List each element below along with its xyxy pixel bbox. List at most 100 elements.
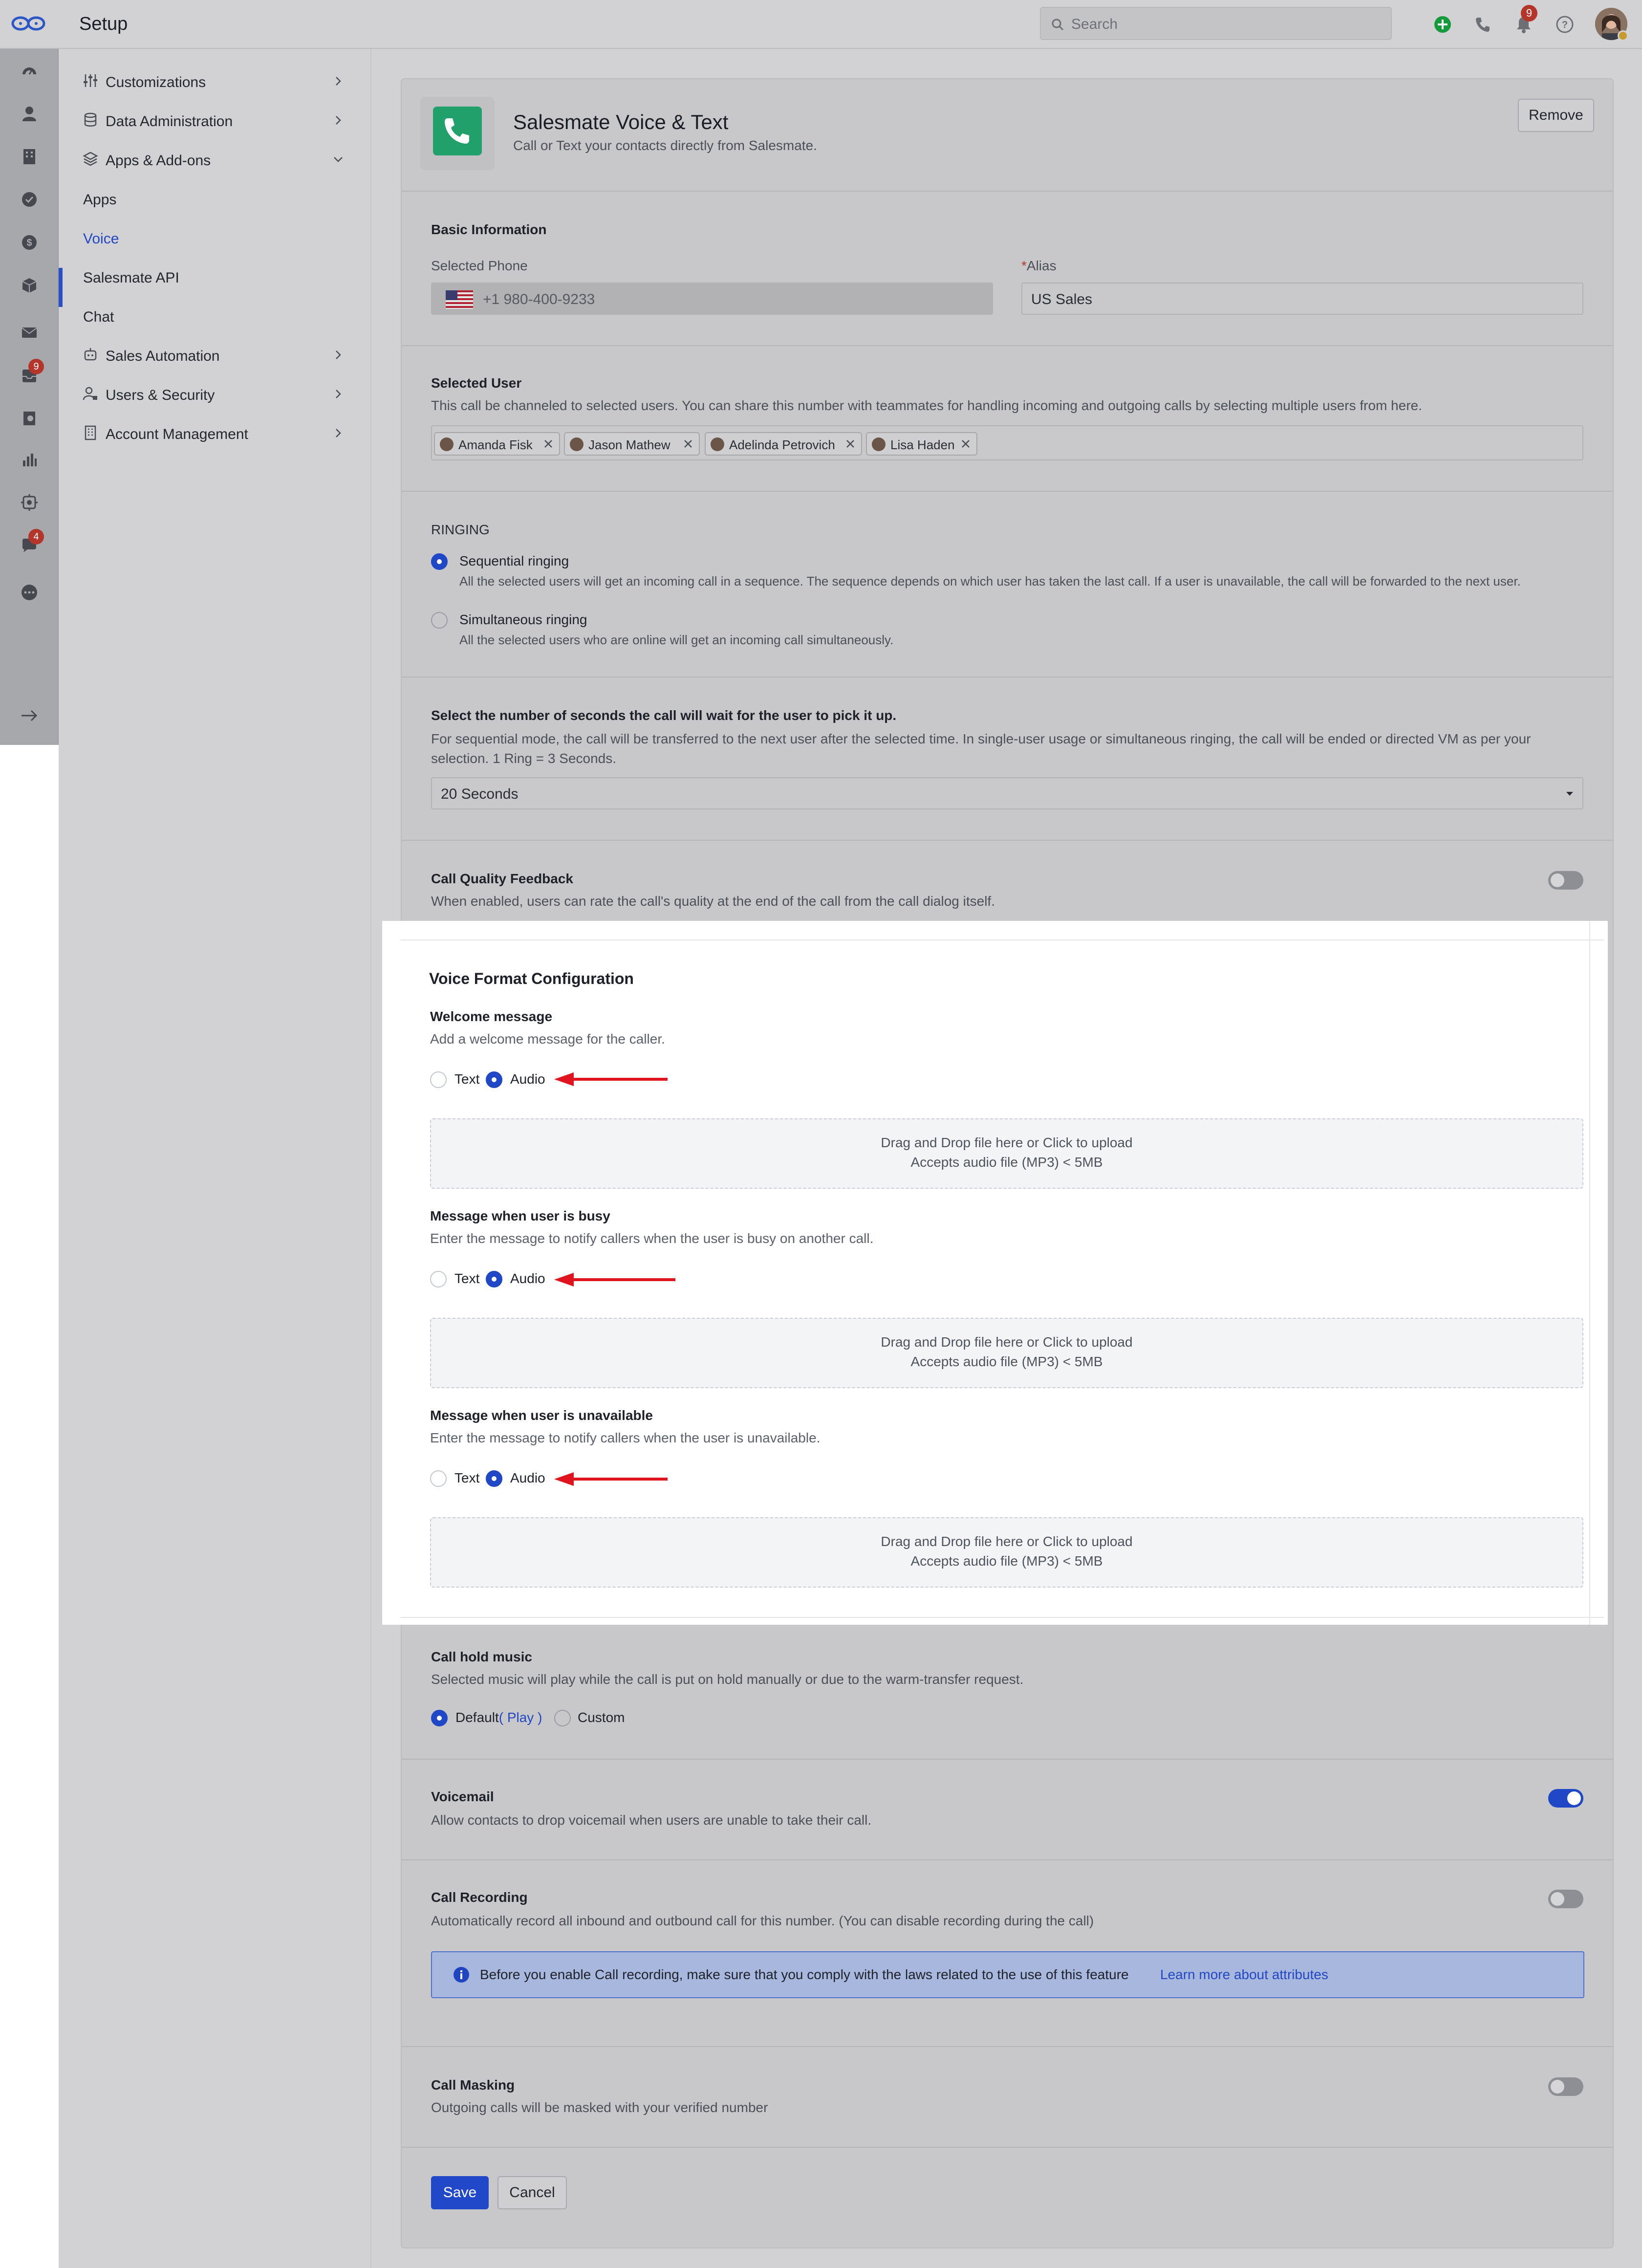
search-input[interactable] bbox=[1071, 14, 1374, 35]
voicemail-title: Voicemail bbox=[431, 1789, 494, 1804]
alias-field[interactable]: US Sales bbox=[1021, 283, 1583, 315]
call-masking-toggle[interactable] bbox=[1548, 2077, 1583, 2096]
call-quality-toggle[interactable] bbox=[1548, 871, 1583, 890]
welcome-text-label: Text bbox=[454, 1071, 480, 1087]
busy-text-radio[interactable] bbox=[430, 1271, 447, 1287]
reports-icon[interactable] bbox=[20, 450, 39, 469]
close-icon[interactable] bbox=[541, 437, 555, 451]
chat-badge: 4 bbox=[28, 529, 44, 545]
play-link[interactable]: Play bbox=[507, 1710, 534, 1725]
tasks-icon[interactable] bbox=[20, 190, 39, 209]
sliders-icon bbox=[84, 74, 97, 87]
products-icon[interactable] bbox=[20, 276, 39, 295]
help-icon[interactable]: ? bbox=[1555, 15, 1575, 34]
nav-item-users-security[interactable]: Users & Security bbox=[59, 377, 371, 412]
info-icon bbox=[454, 1967, 469, 1983]
sequential-ringing-radio[interactable] bbox=[431, 553, 448, 570]
remove-button[interactable]: Remove bbox=[1518, 99, 1594, 132]
hold-music-default-radio[interactable] bbox=[431, 1710, 448, 1726]
welcome-message-title: Welcome message bbox=[430, 1009, 553, 1024]
avatar bbox=[711, 437, 724, 451]
salesmate-logo-icon[interactable] bbox=[11, 15, 46, 32]
chevron-right-icon bbox=[336, 429, 341, 437]
nav-sub-item-voice[interactable]: Voice bbox=[83, 231, 119, 247]
robot-icon bbox=[84, 348, 97, 361]
selected-users-field[interactable]: Amanda Fisk Jason Mathew Adelinda Petrov… bbox=[431, 425, 1583, 460]
search-box[interactable] bbox=[1040, 7, 1392, 40]
dashboard-icon[interactable] bbox=[20, 61, 39, 80]
call-recording-description: Automatically record all inbound and out… bbox=[431, 1913, 1094, 1928]
nav-sub-item-salesmate-api[interactable]: Salesmate API bbox=[83, 270, 179, 286]
wait-time-description-line2: selection. 1 Ring = 3 Seconds. bbox=[431, 751, 617, 766]
integrations-icon[interactable] bbox=[20, 493, 39, 512]
busy-audio-dropzone[interactable]: Drag and Drop file here or Click to uplo… bbox=[430, 1318, 1583, 1388]
call-recording-toggle[interactable] bbox=[1548, 1890, 1583, 1908]
nav-item-customizations[interactable]: Customizations bbox=[59, 65, 371, 99]
save-button[interactable]: Save bbox=[431, 2176, 489, 2209]
divider bbox=[401, 939, 1604, 940]
email-icon[interactable] bbox=[20, 323, 39, 342]
phone-icon[interactable] bbox=[1473, 15, 1492, 34]
top-bar: Setup 9 ? bbox=[0, 0, 1642, 49]
unavailable-text-radio[interactable] bbox=[430, 1470, 447, 1487]
required-mark: * bbox=[1021, 258, 1027, 273]
annotation-arrow-icon bbox=[554, 1072, 668, 1086]
simultaneous-ringing-radio[interactable] bbox=[431, 612, 448, 629]
nav-item-label: Sales Automation bbox=[106, 348, 220, 364]
user-chip: Adelinda Petrovich bbox=[705, 432, 862, 456]
close-icon[interactable] bbox=[959, 437, 972, 451]
learn-more-link[interactable]: Learn more about attributes bbox=[1160, 1967, 1328, 1983]
voice-app-icon bbox=[420, 97, 495, 170]
hold-music-default-option: Default( Play ) bbox=[455, 1710, 542, 1725]
welcome-text-radio[interactable] bbox=[430, 1071, 447, 1088]
unavailable-audio-dropzone[interactable]: Drag and Drop file here or Click to uplo… bbox=[430, 1517, 1583, 1588]
divider bbox=[402, 840, 1613, 841]
recording-info-banner: Before you enable Call recording, make s… bbox=[431, 1951, 1584, 1998]
contacts-icon[interactable] bbox=[20, 104, 39, 123]
more-icon[interactable] bbox=[20, 583, 39, 602]
nav-item-account-management[interactable]: Account Management bbox=[59, 416, 371, 451]
busy-audio-radio[interactable] bbox=[486, 1271, 502, 1287]
campaign-icon[interactable] bbox=[20, 409, 39, 428]
nav-sub-item-apps[interactable]: Apps bbox=[83, 192, 116, 208]
card-edge bbox=[1589, 921, 1590, 1625]
nav-item-apps-addons[interactable]: Apps & Add-ons bbox=[59, 143, 371, 177]
busy-message-description: Enter the message to notify callers when… bbox=[430, 1231, 874, 1246]
unavailable-text-label: Text bbox=[454, 1470, 480, 1485]
expand-arrow-icon[interactable] bbox=[20, 706, 39, 725]
welcome-audio-dropzone[interactable]: Drag and Drop file here or Click to uplo… bbox=[430, 1118, 1583, 1189]
call-masking-title: Call Masking bbox=[431, 2077, 515, 2093]
voicemail-toggle[interactable] bbox=[1548, 1789, 1583, 1808]
building-icon bbox=[85, 425, 96, 440]
unavailable-audio-radio[interactable] bbox=[486, 1470, 502, 1487]
caret-down-icon bbox=[1566, 792, 1573, 796]
chevron-right-icon bbox=[336, 116, 341, 125]
cancel-button[interactable]: Cancel bbox=[497, 2176, 567, 2209]
nav-item-sales-automation[interactable]: Sales Automation bbox=[59, 338, 371, 372]
simultaneous-ringing-label: Simultaneous ringing bbox=[459, 612, 587, 627]
user-chip: Amanda Fisk bbox=[434, 432, 560, 456]
user-chip-name: Jason Mathew bbox=[588, 437, 670, 452]
busy-text-label: Text bbox=[454, 1271, 480, 1286]
us-flag-icon bbox=[446, 290, 473, 309]
welcome-audio-radio[interactable] bbox=[486, 1071, 502, 1088]
hold-music-custom-radio[interactable] bbox=[554, 1710, 571, 1726]
user-chip: Lisa Haden bbox=[866, 432, 977, 456]
play-open-paren: ( bbox=[498, 1710, 504, 1725]
deals-icon[interactable]: $ bbox=[20, 233, 39, 252]
wait-time-select[interactable]: 20 Seconds bbox=[431, 777, 1583, 809]
nav-item-data-administration[interactable]: Data Administration bbox=[59, 104, 371, 138]
divider bbox=[402, 491, 1613, 492]
dropzone-accepted-formats: Accepts audio file (MP3) < 5MB bbox=[910, 1155, 1103, 1170]
divider bbox=[402, 2147, 1613, 2148]
close-icon[interactable] bbox=[843, 437, 857, 451]
companies-icon[interactable] bbox=[20, 147, 39, 166]
add-icon[interactable] bbox=[1433, 15, 1452, 34]
annotation-arrow-icon bbox=[554, 1472, 668, 1486]
nav-sub-item-chat[interactable]: Chat bbox=[83, 309, 114, 326]
close-icon[interactable] bbox=[681, 437, 695, 451]
hold-music-custom-label: Custom bbox=[578, 1710, 625, 1725]
divider bbox=[402, 676, 1613, 677]
svg-text:?: ? bbox=[1562, 20, 1568, 30]
chevron-right-icon bbox=[336, 390, 341, 398]
